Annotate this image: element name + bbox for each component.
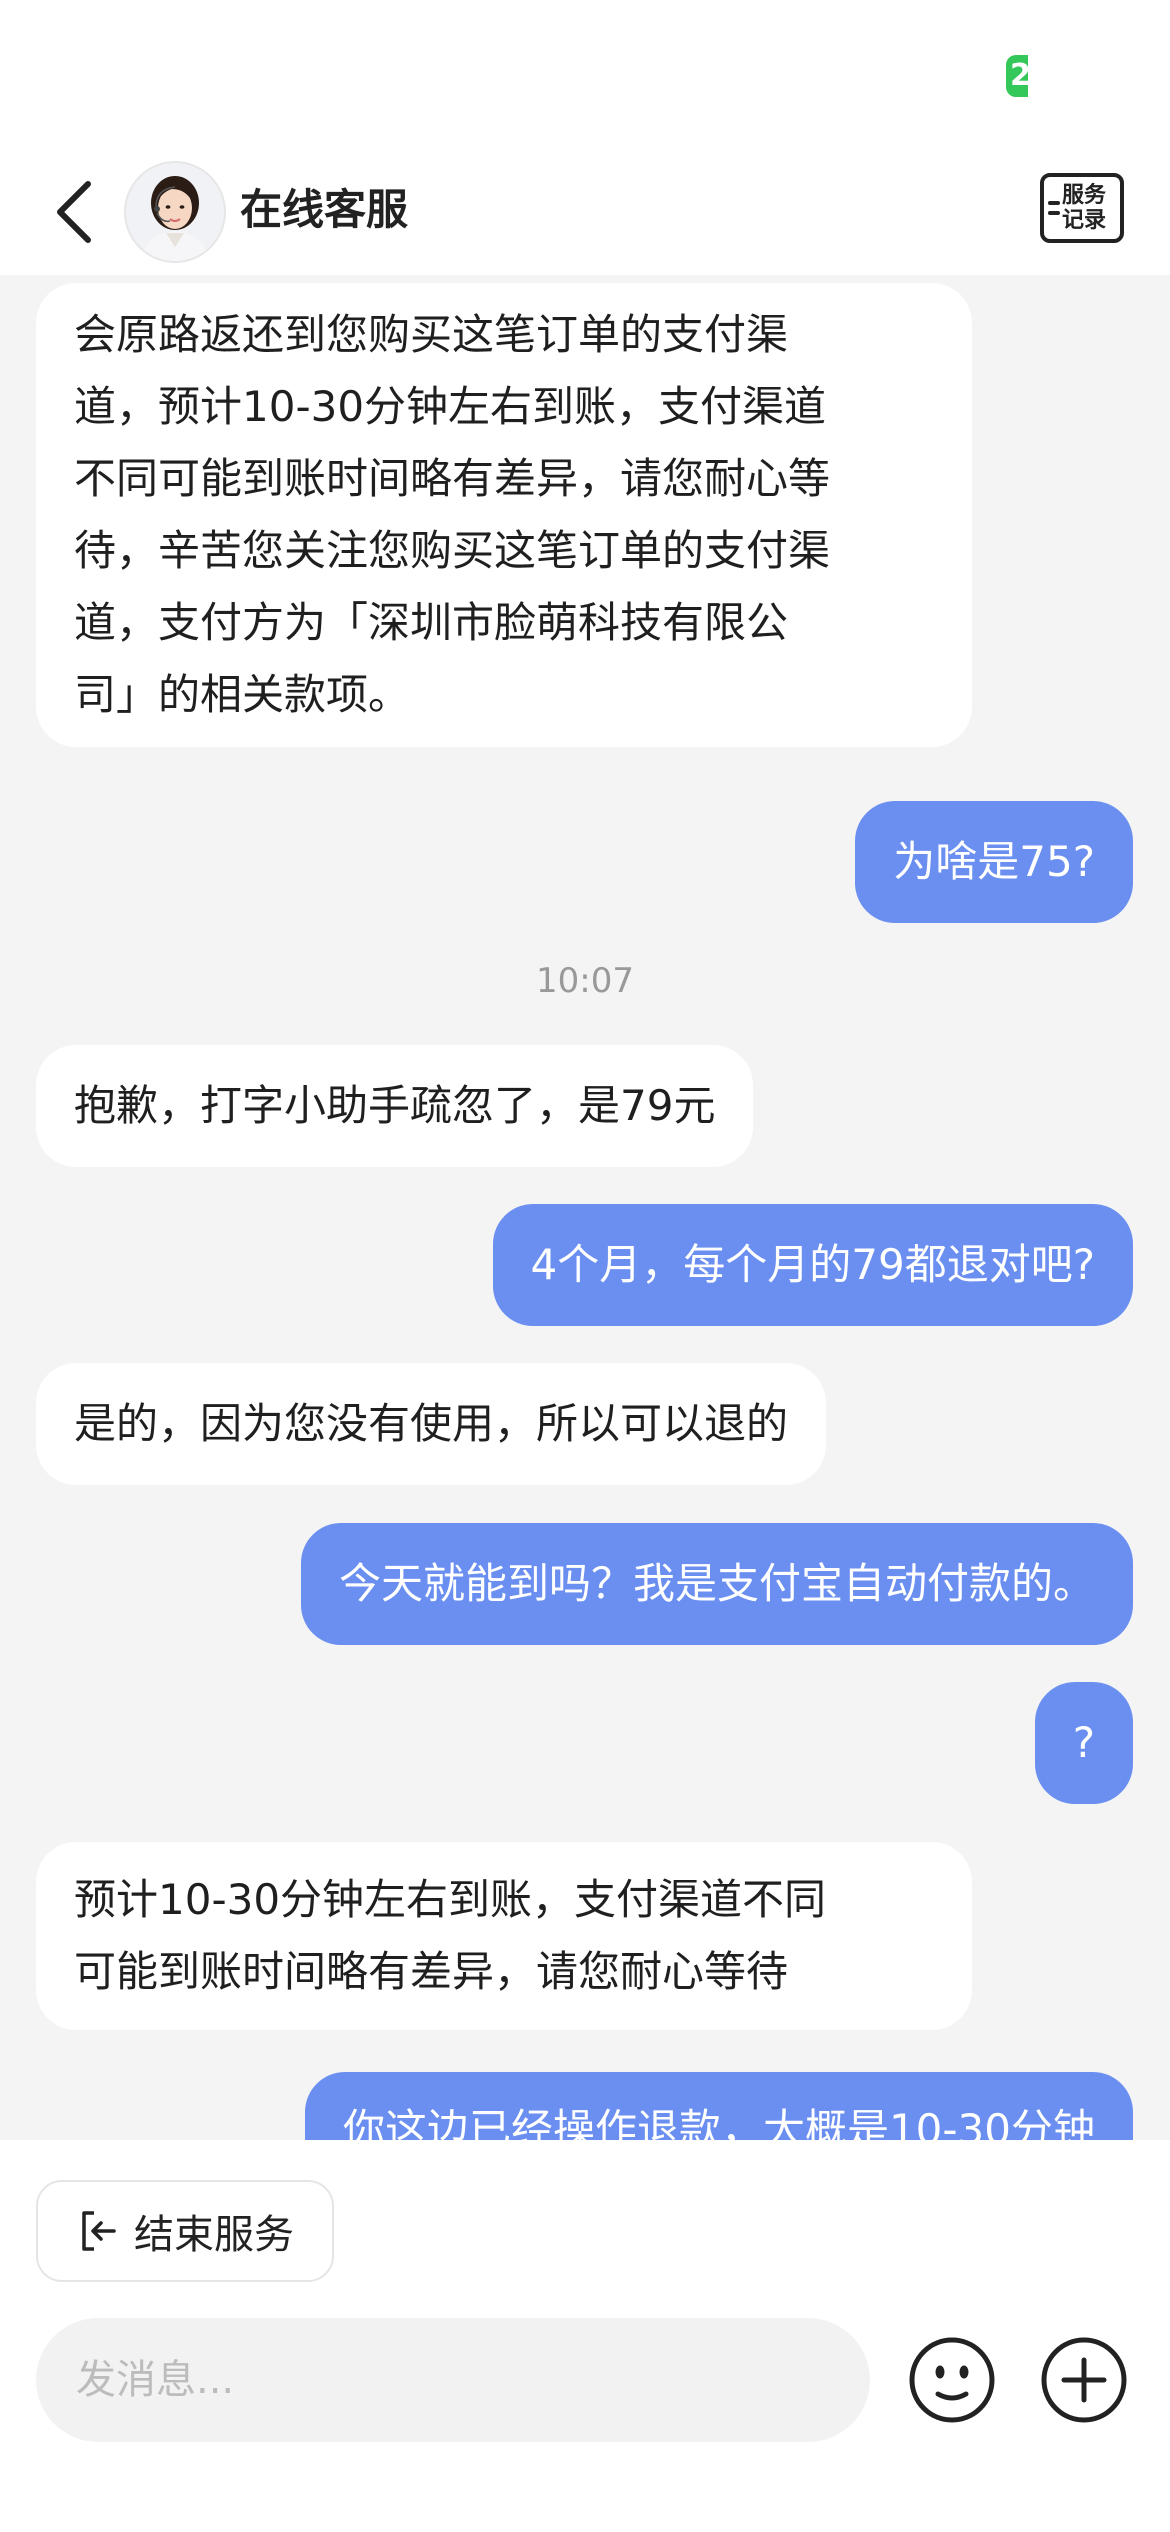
message-line: 4个月，每个月的79都退对吧? [530, 1240, 1095, 1289]
exit-icon [82, 2211, 116, 2251]
emoji-icon [909, 2337, 995, 2423]
input-panel: 结束服务 [0, 2140, 1170, 2532]
back-button[interactable] [44, 177, 104, 247]
message-bubble-agent: 会原路返还到您购买这笔订单的支付渠 道，预计10-30分钟左右到账，支付渠道 不… [36, 283, 972, 747]
battery-icon: 2 [1006, 55, 1028, 97]
message-timestamp: 10:07 [536, 961, 634, 1001]
message-line: 不同可能到账时间略有差异，请您耐心等 [74, 454, 831, 503]
message-line: 道，预计10-30分钟左右到账，支付渠道 [74, 382, 827, 431]
message-line: 会原路返还到您购买这笔订单的支付渠 [74, 310, 789, 359]
message-line: 可能到账时间略有差异，请您耐心等待 [74, 1947, 789, 1996]
end-service-label: 结束服务 [134, 2212, 294, 2258]
message-bubble-user: 你这边已经操作退款，大概是10-30分钟 [304, 2072, 1133, 2140]
message-line: 预计10-30分钟左右到账，支付渠道不同 [74, 1875, 827, 1924]
message-line: 你这边已经操作退款，大概是10-30分钟 [342, 2105, 1095, 2140]
message-line: 今天就能到吗？我是支付宝自动付款的。 [338, 1559, 1095, 1608]
chat-header: 在线客服 服务 记录 [0, 155, 1170, 275]
message-bubble-user: ? [1034, 1682, 1133, 1804]
message-bubble-user: 今天就能到吗？我是支付宝自动付款的。 [300, 1523, 1133, 1645]
message-bubble-agent: 预计10-30分钟左右到账，支付渠道不同 可能到账时间略有差异，请您耐心等待 [36, 1842, 972, 2030]
message-line: 是的，因为您没有使用，所以可以退的 [74, 1399, 789, 1448]
message-bubble-agent: 抱歉，打字小助手疏忽了，是79元 [36, 1045, 754, 1167]
message-line: 司」的相关款项。 [74, 670, 411, 719]
message-line: ? [1072, 1718, 1095, 1767]
back-arrow-icon [57, 181, 91, 243]
message-bubble-user: 4个月，每个月的79都退对吧? [492, 1204, 1133, 1326]
service-record-icon [1048, 201, 1060, 215]
status-bar: 2 [0, 0, 1170, 155]
service-record-label-2: 记录 [1062, 208, 1107, 233]
page-title: 在线客服 [240, 185, 409, 234]
end-service-button[interactable]: 结束服务 [36, 2180, 334, 2282]
message-line: 道，支付方为「深圳市脸萌科技有限公 [74, 598, 789, 647]
service-record-label-1: 服务 [1062, 183, 1107, 208]
message-line: 抱歉，打字小助手疏忽了，是79元 [74, 1081, 716, 1130]
message-line: 待，辛苦您关注您购买这笔订单的支付渠 [74, 526, 831, 575]
service-record-button[interactable]: 服务 记录 [1040, 173, 1124, 243]
more-button[interactable] [1038, 2334, 1130, 2426]
message-bubble-agent: 是的，因为您没有使用，所以可以退的 [36, 1363, 827, 1485]
message-bubble-user: 为啥是75? [855, 801, 1133, 923]
emoji-button[interactable] [906, 2334, 998, 2426]
agent-avatar[interactable] [124, 161, 226, 263]
chat-messages[interactable]: 会原路返还到您购买这笔订单的支付渠 道，预计10-30分钟左右到账，支付渠道 不… [0, 275, 1170, 2140]
message-line: 为啥是75? [893, 837, 1095, 886]
plus-icon [1041, 2337, 1127, 2423]
message-input[interactable] [36, 2318, 870, 2442]
